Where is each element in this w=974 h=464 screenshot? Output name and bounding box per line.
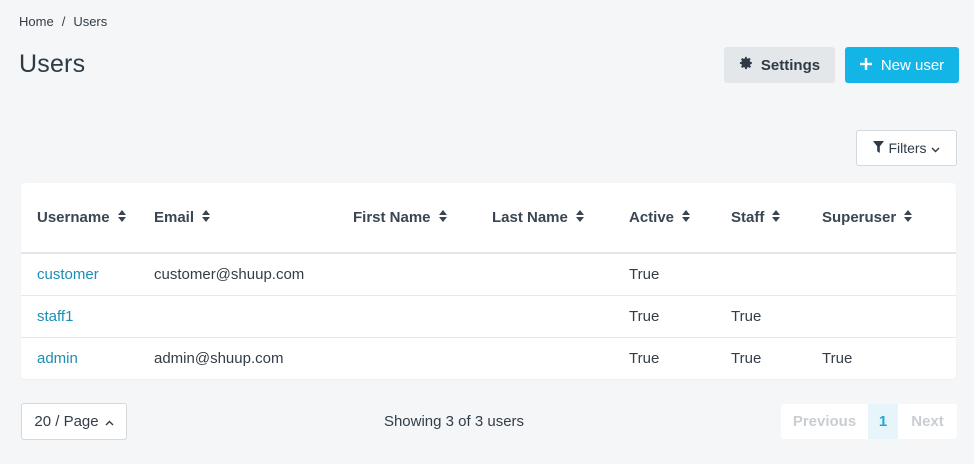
page-title: Users bbox=[19, 50, 86, 78]
column-header-label: Username bbox=[37, 208, 110, 226]
table-header-row: Username Email First Name Last Name Acti… bbox=[21, 183, 956, 254]
next-page-button[interactable]: Next bbox=[898, 404, 957, 439]
username-link[interactable]: staff1 bbox=[21, 295, 154, 338]
sort-icon bbox=[117, 209, 126, 226]
column-header-email[interactable]: Email bbox=[154, 183, 353, 254]
sort-icon bbox=[682, 209, 691, 226]
superuser-cell: True bbox=[822, 349, 853, 367]
column-header-active[interactable]: Active bbox=[629, 183, 731, 254]
previous-page-button[interactable]: Previous bbox=[781, 404, 868, 439]
table-row[interactable]: admin admin@shuup.com True True True bbox=[21, 337, 956, 379]
email-cell bbox=[154, 295, 353, 338]
column-header-superuser[interactable]: Superuser bbox=[822, 183, 956, 254]
plus-icon bbox=[859, 57, 872, 74]
active-cell: True bbox=[629, 295, 731, 338]
column-header-label: Email bbox=[154, 208, 195, 226]
first-name-cell bbox=[353, 337, 492, 379]
active-cell: True bbox=[629, 349, 660, 367]
sort-icon bbox=[575, 209, 584, 226]
staff-cell: True bbox=[731, 295, 822, 338]
settings-button-label: Settings bbox=[760, 56, 821, 74]
filters-button[interactable]: Filters bbox=[856, 130, 957, 166]
last-name-cell bbox=[492, 295, 629, 338]
column-header-last-name[interactable]: Last Name bbox=[492, 183, 629, 254]
table-row[interactable]: staff1 True True bbox=[21, 295, 956, 338]
pagination: Previous 1 Next bbox=[781, 404, 957, 439]
email-cell: customer@shuup.com bbox=[154, 253, 353, 296]
column-header-staff[interactable]: Staff bbox=[731, 183, 822, 254]
breadcrumb-separator: / bbox=[61, 14, 66, 29]
chevron-down-icon bbox=[931, 140, 940, 156]
users-table-card: Username Email First Name Last Name Acti… bbox=[21, 183, 956, 379]
table-row[interactable]: customer customer@shuup.com True bbox=[21, 253, 956, 296]
column-header-username[interactable]: Username bbox=[21, 183, 154, 254]
new-user-button[interactable]: New user bbox=[845, 47, 959, 83]
column-header-label: Superuser bbox=[822, 208, 897, 226]
superuser-cell bbox=[822, 295, 956, 338]
column-header-label: First Name bbox=[353, 208, 431, 226]
username-link[interactable]: customer bbox=[21, 253, 154, 296]
active-cell: True bbox=[629, 253, 731, 296]
email-cell: admin@shuup.com bbox=[154, 349, 284, 367]
breadcrumb-current-link[interactable]: Users bbox=[73, 14, 107, 29]
first-name-cell bbox=[353, 295, 492, 338]
staff-cell bbox=[731, 253, 822, 296]
username-link[interactable]: admin bbox=[21, 337, 154, 379]
sort-icon bbox=[438, 209, 447, 226]
superuser-cell bbox=[822, 253, 956, 296]
column-header-label: Last Name bbox=[492, 208, 568, 226]
sort-icon bbox=[772, 209, 781, 226]
first-name-cell bbox=[353, 253, 492, 296]
filters-button-label: Filters bbox=[888, 140, 927, 156]
showing-count: Showing 3 of 3 users bbox=[383, 413, 525, 430]
breadcrumb: Home / Users bbox=[19, 14, 107, 29]
users-table: Username Email First Name Last Name Acti… bbox=[21, 183, 956, 379]
gear-icon bbox=[739, 56, 753, 74]
column-header-label: Active bbox=[629, 208, 675, 226]
column-header-first-name[interactable]: First Name bbox=[353, 183, 492, 254]
sort-icon bbox=[202, 209, 211, 226]
settings-button[interactable]: Settings bbox=[724, 47, 835, 83]
column-header-label: Staff bbox=[731, 208, 765, 226]
sort-icon bbox=[904, 209, 913, 226]
last-name-cell bbox=[492, 253, 629, 296]
staff-cell: True bbox=[731, 349, 762, 367]
breadcrumb-home-link[interactable]: Home bbox=[19, 14, 54, 29]
page-1-button[interactable]: 1 bbox=[868, 404, 898, 439]
last-name-cell bbox=[492, 337, 629, 379]
filter-icon bbox=[873, 140, 885, 156]
new-user-button-label: New user bbox=[880, 56, 945, 74]
